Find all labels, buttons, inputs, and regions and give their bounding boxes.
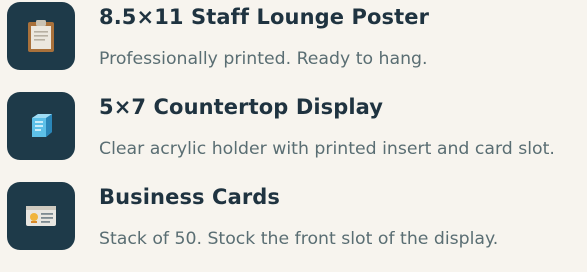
clipboard-icon [28,20,54,52]
list-item: 5×7 Countertop Display Clear acrylic hol… [7,92,587,182]
item-title: 8.5×11 Staff Lounge Poster [99,5,430,29]
product-list: 8.5×11 Staff Lounge Poster Professionall… [7,2,587,272]
item-description: Professionally printed. Ready to hang. [99,49,428,69]
list-item: Business Cards Stack of 50. Stock the fr… [7,182,587,272]
acrylic-block-icon [32,114,52,137]
item-description: Stack of 50. Stock the front slot of the… [99,229,499,249]
item-title: 5×7 Countertop Display [99,95,384,119]
icon-tile [7,182,75,250]
item-title: Business Cards [99,185,281,209]
icon-tile [7,92,75,160]
list-item: 8.5×11 Staff Lounge Poster Professionall… [7,2,587,92]
icon-tile [7,2,75,70]
item-description: Clear acrylic holder with printed insert… [99,139,555,159]
id-card-icon [26,206,56,226]
